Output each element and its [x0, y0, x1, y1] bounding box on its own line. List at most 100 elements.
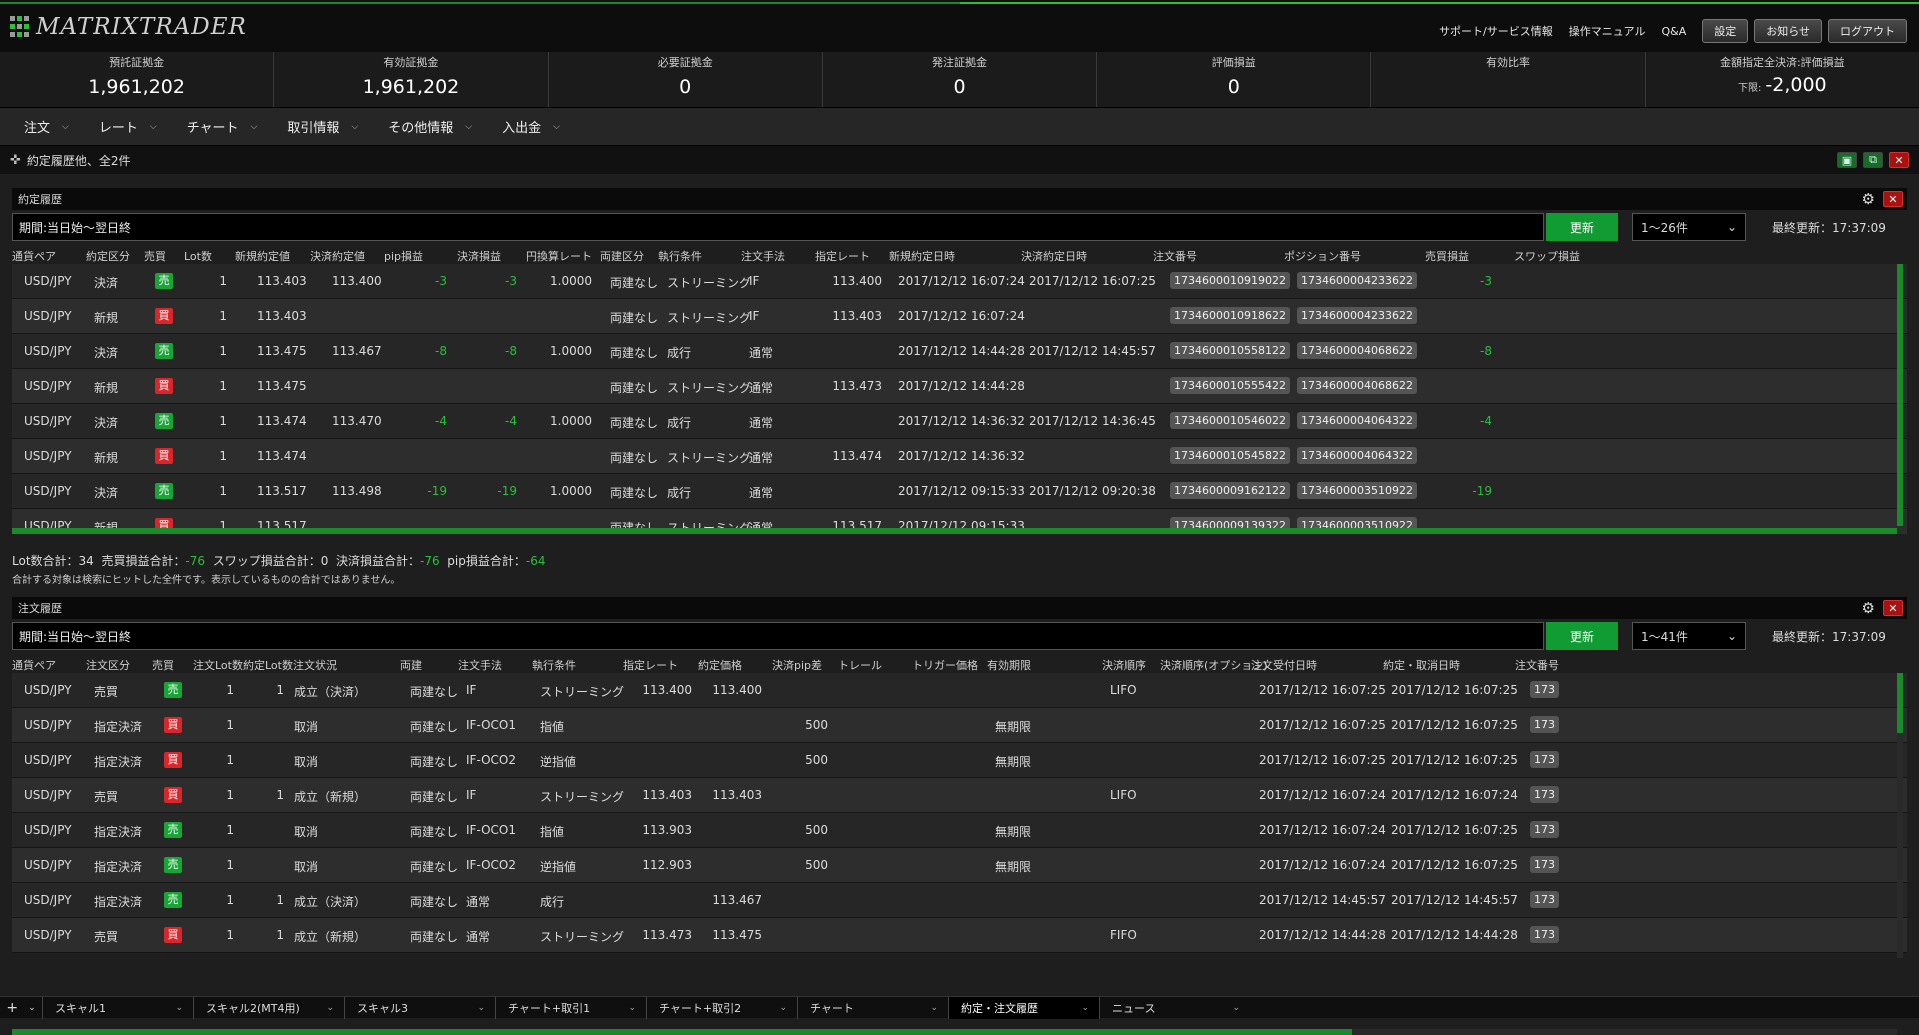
- column-header[interactable]: 注文区分: [86, 657, 130, 673]
- column-header[interactable]: 決済約定日時: [1021, 248, 1087, 264]
- range-select[interactable]: 1〜41件 ⌄: [1632, 622, 1746, 650]
- position-number-cell[interactable]: 1734600004064322: [1297, 412, 1417, 429]
- menu-chart[interactable]: チャート ⌵: [187, 117, 258, 136]
- order-number-cell[interactable]: 1734600010919022: [1170, 272, 1290, 289]
- tab-3[interactable]: スキャル3 ⌄: [344, 996, 495, 1019]
- column-header[interactable]: Lot数: [184, 248, 212, 264]
- column-header[interactable]: 円換算レート: [526, 248, 592, 264]
- column-header[interactable]: トレール: [838, 657, 882, 673]
- chevron-down-icon[interactable]: ⌄: [1081, 1003, 1089, 1013]
- column-header[interactable]: 注文状況: [293, 657, 337, 673]
- order-number-cell[interactable]: 1734600009162122: [1170, 482, 1290, 499]
- menu-trade-info[interactable]: 取引情報 ⌵: [287, 117, 358, 136]
- column-header[interactable]: 約定・取消日時: [1383, 657, 1460, 673]
- order-number-cell[interactable]: 1734600010545822: [1170, 447, 1290, 464]
- chevron-down-icon[interactable]: ⌄: [175, 1003, 183, 1013]
- close-icon[interactable]: ✕: [1883, 600, 1903, 616]
- order-number-cell[interactable]: 173: [1530, 786, 1559, 803]
- menu-deposit[interactable]: 入出金 ⌵: [502, 117, 560, 136]
- position-number-cell[interactable]: 1734600004068622: [1297, 377, 1417, 394]
- column-header[interactable]: 指定レート: [815, 248, 870, 264]
- table-row[interactable]: USD/JPY 売買 買 1 1 成立（新規） 両建なし 通常 ストリーミング 113.473 11…: [12, 918, 1907, 953]
- popout-icon[interactable]: ⧉: [1863, 152, 1883, 168]
- column-header[interactable]: 有効期限: [987, 657, 1031, 673]
- column-header[interactable]: 注文手法: [741, 248, 785, 264]
- table-row[interactable]: USD/JPY 指定決済 売 1 取消 両建なし IF-OCO2 逆指値 112.903 500 無…: [12, 848, 1907, 883]
- column-header[interactable]: 約定価格: [698, 657, 742, 673]
- tab-4[interactable]: チャート+取引1 ⌄: [495, 996, 646, 1019]
- table-row[interactable]: USD/JPY 新規 買 1 113.475 両建なし ストリーミング 通常 113.473 20…: [12, 369, 1907, 404]
- gear-icon[interactable]: ⚙: [1862, 599, 1875, 617]
- range-select[interactable]: 1〜26件 ⌄: [1632, 213, 1746, 241]
- manual-link[interactable]: 操作マニュアル: [1569, 23, 1646, 39]
- notice-button[interactable]: お知らせ: [1754, 19, 1822, 43]
- qa-link[interactable]: Q&A: [1661, 25, 1686, 38]
- column-header[interactable]: 執行条件: [658, 248, 702, 264]
- table-row[interactable]: USD/JPY 決済 売 1 113.475 113.467 -8 -8 1.0000 両建なし成…: [12, 334, 1907, 369]
- column-header[interactable]: 新規約定値: [235, 248, 290, 264]
- column-header[interactable]: 決済約定値: [310, 248, 365, 264]
- position-number-cell[interactable]: 1734600004233622: [1297, 272, 1417, 289]
- gear-icon[interactable]: ⚙: [1862, 190, 1875, 208]
- column-header[interactable]: 売買: [152, 657, 174, 673]
- close-icon[interactable]: ✕: [1889, 152, 1909, 168]
- tab-8[interactable]: ニュース ⌄: [1099, 996, 1250, 1019]
- support-link[interactable]: サポート/サービス情報: [1439, 23, 1553, 39]
- chevron-down-icon[interactable]: ⌄: [326, 1003, 334, 1013]
- column-header[interactable]: スワップ損益: [1514, 248, 1580, 264]
- position-number-cell[interactable]: 1734600004068622: [1297, 342, 1417, 359]
- vertical-scrollbar[interactable]: [1897, 264, 1903, 526]
- table-row[interactable]: USD/JPY 指定決済 買 1 取消 両建なし IF-OCO2 逆指値 500 無期限 2017/…: [12, 743, 1907, 778]
- order-number-cell[interactable]: 173: [1530, 891, 1559, 908]
- column-header[interactable]: 売買: [144, 248, 166, 264]
- column-header[interactable]: 通貨ペア: [12, 657, 56, 673]
- menu-other-info[interactable]: その他情報 ⌵: [388, 117, 472, 136]
- order-number-cell[interactable]: 1734600010555422: [1170, 377, 1290, 394]
- tab-6[interactable]: チャート ⌄: [797, 996, 948, 1019]
- summary-auto-close[interactable]: 金額指定全決済:評価損益 下限: -2,000: [1646, 52, 1919, 107]
- column-header[interactable]: 両建: [400, 657, 422, 673]
- column-header[interactable]: 約定Lot数: [243, 657, 293, 673]
- table-row[interactable]: USD/JPY 売買 売 1 1 成立（決済） 両建なし IF ストリーミング 113.400 11…: [12, 673, 1907, 708]
- order-number-cell[interactable]: 173: [1530, 926, 1559, 943]
- order-number-cell[interactable]: 173: [1530, 856, 1559, 873]
- table-row[interactable]: USD/JPY 決済 売 1 113.517 113.498 -19 -19 1.0000 両建な…: [12, 474, 1907, 509]
- column-header[interactable]: 注文受付日時: [1251, 657, 1317, 673]
- table-row[interactable]: USD/JPY 新規 買 1 113.474 両建なし ストリーミング 通常 113.474 20…: [12, 439, 1907, 474]
- table-row[interactable]: USD/JPY 指定決済 売 1 取消 両建なし IF-OCO1 指値 113.903 500 無期…: [12, 813, 1907, 848]
- column-header[interactable]: 注文番号: [1153, 248, 1197, 264]
- order-number-cell[interactable]: 1734600010558122: [1170, 342, 1290, 359]
- horizontal-scrollbar[interactable]: [12, 1029, 1897, 1035]
- add-tab-icon[interactable]: +: [6, 1000, 18, 1016]
- column-header[interactable]: 注文番号: [1515, 657, 1559, 673]
- position-number-cell[interactable]: 1734600004233622: [1297, 307, 1417, 324]
- layout-dropdown-icon[interactable]: ▣: [1837, 152, 1857, 168]
- chevron-down-icon[interactable]: ⌄: [477, 1003, 485, 1013]
- tab-7[interactable]: 約定・注文履歴 ⌄: [948, 996, 1099, 1019]
- column-header[interactable]: 決済pip差: [772, 657, 822, 673]
- order-number-cell[interactable]: 173: [1530, 716, 1559, 733]
- table-row[interactable]: USD/JPY 決済 売 1 113.403 113.400 -3 -3 1.0000 両建なしス…: [12, 264, 1907, 299]
- column-header[interactable]: 決済損益: [457, 248, 501, 264]
- column-header[interactable]: 注文手法: [458, 657, 502, 673]
- table-row[interactable]: USD/JPY 指定決済 買 1 取消 両建なし IF-OCO1 指値 500 無期限 2017/1…: [12, 708, 1907, 743]
- chevron-down-icon[interactable]: ⌄: [628, 1003, 636, 1013]
- vertical-scrollbar[interactable]: [1897, 673, 1903, 958]
- menu-rate[interactable]: レート ⌵: [99, 117, 157, 136]
- column-header[interactable]: 通貨ペア: [12, 248, 56, 264]
- chevron-down-icon[interactable]: ⌄: [930, 1003, 938, 1013]
- menu-order[interactable]: 注文 ⌵: [24, 117, 69, 136]
- update-button[interactable]: 更新: [1546, 213, 1618, 241]
- position-number-cell[interactable]: 1734600004064322: [1297, 447, 1417, 464]
- chevron-down-icon[interactable]: ⌄: [1232, 1003, 1240, 1013]
- column-header[interactable]: 指定レート: [623, 657, 678, 673]
- settings-button[interactable]: 設定: [1702, 19, 1749, 43]
- order-number-cell[interactable]: 1734600010918622: [1170, 307, 1290, 324]
- column-header[interactable]: 新規約定日時: [889, 248, 955, 264]
- column-header[interactable]: 注文Lot数: [193, 657, 243, 673]
- table-row[interactable]: USD/JPY 決済 売 1 113.474 113.470 -4 -4 1.0000 両建なし成…: [12, 404, 1907, 439]
- column-header[interactable]: ポジション番号: [1284, 248, 1361, 264]
- tab-1[interactable]: スキャル1 ⌄: [42, 996, 193, 1019]
- column-header[interactable]: 両建区分: [600, 248, 644, 264]
- chevron-down-icon[interactable]: ⌄: [28, 1003, 36, 1013]
